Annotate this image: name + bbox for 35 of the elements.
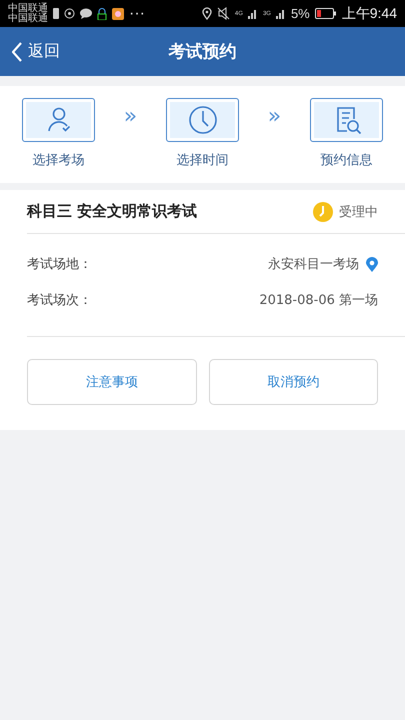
- field-value: 永安科目一考场: [268, 256, 359, 273]
- field-label: 考试场地：: [27, 256, 92, 273]
- back-button[interactable]: 返回: [0, 27, 72, 76]
- mute-icon: [216, 7, 230, 20]
- screen-title: 考试预约: [168, 41, 236, 63]
- clock-time: 上午9:44: [342, 4, 397, 22]
- status-text: 受理中: [339, 204, 378, 220]
- chat-bubble-icon: [80, 8, 92, 19]
- notice-button[interactable]: 注意事项: [27, 359, 196, 405]
- step-label: 选择时间: [176, 152, 228, 169]
- field-label: 考试场次：: [27, 292, 92, 309]
- document-step-button[interactable]: [310, 98, 383, 142]
- compass-icon: [64, 8, 75, 19]
- signal-icon: [248, 8, 258, 19]
- battery-icon: [314, 8, 337, 19]
- double-chevron-icon: »: [268, 104, 282, 129]
- step-label: 预约信息: [320, 152, 372, 169]
- app-icon: [112, 8, 124, 20]
- carrier-name: 中国联通: [8, 14, 48, 24]
- carrier-name: 中国联通: [8, 4, 48, 14]
- step-label: 选择考场: [32, 152, 84, 169]
- cancel-button[interactable]: 取消预约: [208, 359, 378, 405]
- lock-icon: [97, 8, 107, 20]
- sim-card-icon: [53, 8, 59, 19]
- clock-step-button[interactable]: [166, 98, 239, 142]
- location-icon: [202, 7, 212, 20]
- double-chevron-icon: »: [124, 104, 138, 129]
- back-chevron-icon: [12, 42, 22, 62]
- field-value: 2018-08-06 第一场: [259, 292, 378, 309]
- battery-percent: 5%: [290, 6, 310, 21]
- location-pin-icon[interactable]: [366, 256, 378, 272]
- more-icon: ···: [129, 4, 145, 22]
- exam-title: 科目三 安全文明常识考试: [27, 202, 198, 221]
- signal-icon: [276, 8, 286, 19]
- person-step-button[interactable]: [22, 98, 95, 142]
